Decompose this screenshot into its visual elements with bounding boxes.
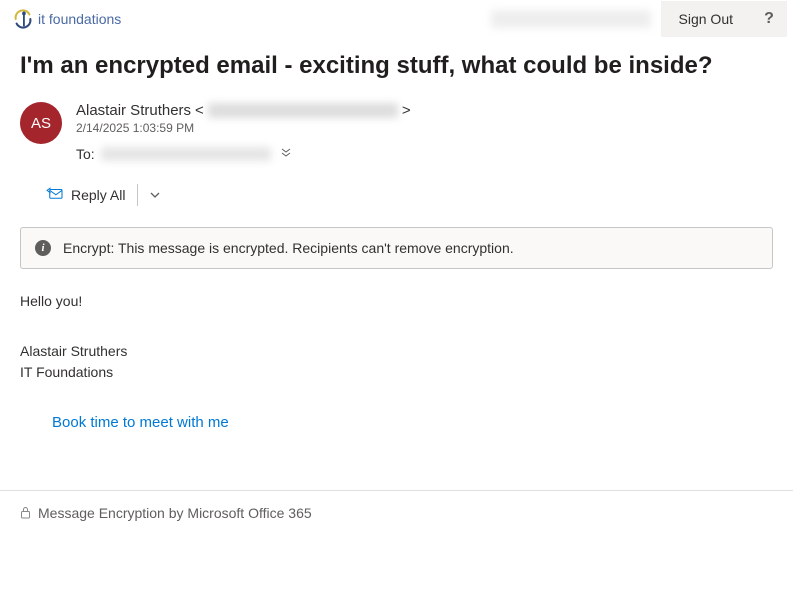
reply-all-button[interactable]: Reply All [46,180,135,209]
sender-name: Alastair Struthers [76,102,191,119]
sender-row: AS Alastair Struthers < > 2/14/2025 1:03… [20,102,773,162]
email-subject: I'm an encrypted email - exciting stuff,… [20,52,773,80]
brand-icon [12,8,34,30]
message-content: I'm an encrypted email - exciting stuff,… [0,38,793,434]
recipients-line: To: [76,145,773,162]
top-right: Sign Out ? [491,1,787,37]
body-greeting: Hello you! [20,291,773,311]
signature-name: Alastair Struthers [20,341,773,361]
signature-company: IT Foundations [20,362,773,382]
footer-text: Message Encryption by Microsoft Office 3… [38,505,312,521]
info-icon: i [35,240,51,256]
help-button[interactable]: ? [751,1,787,37]
bracket-close: > [402,102,411,119]
chevron-down-icon [150,192,160,198]
to-label: To: [76,146,95,162]
message-timestamp: 2/14/2025 1:03:59 PM [76,121,773,135]
encryption-banner: i Encrypt: This message is encrypted. Re… [20,227,773,269]
email-body: Hello you! Alastair Struthers IT Foundat… [20,291,773,434]
reply-all-icon [46,186,64,203]
recipient-address [101,147,271,161]
bracket-open: < [195,102,204,119]
reply-dropdown-button[interactable] [140,183,170,207]
current-user-email [491,10,651,28]
sign-out-button[interactable]: Sign Out [661,1,751,37]
brand-logo: it foundations [12,8,121,30]
sender-email-address [208,103,398,118]
reply-actions: Reply All [46,180,773,209]
reply-all-label: Reply All [71,187,125,203]
brand-name: it foundations [38,11,121,27]
divider [137,184,138,206]
encryption-banner-text: Encrypt: This message is encrypted. Reci… [63,240,514,256]
footer: Message Encryption by Microsoft Office 3… [0,491,793,535]
expand-recipients-button[interactable] [277,145,295,162]
sender-avatar: AS [20,102,62,144]
lock-icon [20,506,31,519]
sender-name-line: Alastair Struthers < > [76,102,773,119]
top-bar: it foundations Sign Out ? [0,0,793,38]
book-meeting-link[interactable]: Book time to meet with me [52,412,229,434]
sender-details: Alastair Struthers < > 2/14/2025 1:03:59… [76,102,773,162]
